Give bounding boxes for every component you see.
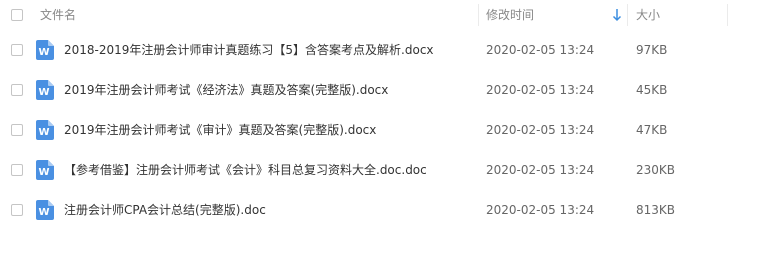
word-doc-icon: W [36,80,54,100]
file-modified-time: 2020-02-05 13:24 [486,203,595,217]
svg-text:W: W [38,207,49,218]
file-size: 45KB [636,83,668,97]
column-divider[interactable] [478,4,479,26]
file-name-link[interactable]: 【参考借鉴】注册会计师考试《会计》科目总复习资料大全.doc.doc [64,150,427,190]
file-size: 97KB [636,43,668,57]
svg-text:W: W [38,47,49,58]
select-all-checkbox[interactable] [11,9,23,21]
file-modified-time: 2020-02-05 13:24 [486,123,595,137]
svg-text:W: W [38,167,49,178]
file-row[interactable]: W 2019年注册会计师考试《经济法》真题及答案(完整版).docx 2020-02… [0,70,771,110]
arrow-down-icon[interactable] [612,8,622,22]
file-row[interactable]: W 2018-2019年注册会计师审计真题练习【5】含答案考点及解析.docx 20… [0,30,771,70]
file-size: 813KB [636,203,676,217]
file-name-link[interactable]: 2018-2019年注册会计师审计真题练习【5】含答案考点及解析.docx [64,30,434,70]
word-doc-icon: W [36,120,54,140]
file-row[interactable]: W 2019年注册会计师考试《审计》真题及答案(完整版).docx 2020-02-… [0,110,771,150]
file-list: 文件名 修改时间 大小 W 2018-2019年注册会计师审计真题练习【5】含答案… [0,0,771,259]
list-header: 文件名 修改时间 大小 [0,0,771,30]
file-modified-time: 2020-02-05 13:24 [486,43,595,57]
file-size: 230KB [636,163,676,177]
column-divider[interactable] [727,4,728,26]
svg-text:W: W [38,127,49,138]
column-header-size[interactable]: 大小 [636,0,660,30]
row-checkbox[interactable] [11,84,23,96]
file-size: 47KB [636,123,668,137]
file-modified-time: 2020-02-05 13:24 [486,163,595,177]
column-header-name[interactable]: 文件名 [40,0,76,30]
svg-text:W: W [38,87,49,98]
word-doc-icon: W [36,160,54,180]
word-doc-icon: W [36,200,54,220]
row-checkbox[interactable] [11,44,23,56]
file-name-link[interactable]: 注册会计师CPA会计总结(完整版).doc [64,190,266,230]
file-row[interactable]: W 注册会计师CPA会计总结(完整版).doc 2020-02-05 13:24 81… [0,190,771,230]
file-modified-time: 2020-02-05 13:24 [486,83,595,97]
row-checkbox[interactable] [11,124,23,136]
file-name-link[interactable]: 2019年注册会计师考试《审计》真题及答案(完整版).docx [64,110,376,150]
column-divider[interactable] [627,4,628,26]
column-header-modified[interactable]: 修改时间 [486,0,534,30]
file-row[interactable]: W 【参考借鉴】注册会计师考试《会计》科目总复习资料大全.doc.doc 2020-… [0,150,771,190]
row-checkbox[interactable] [11,164,23,176]
row-checkbox[interactable] [11,204,23,216]
file-name-link[interactable]: 2019年注册会计师考试《经济法》真题及答案(完整版).docx [64,70,388,110]
word-doc-icon: W [36,40,54,60]
